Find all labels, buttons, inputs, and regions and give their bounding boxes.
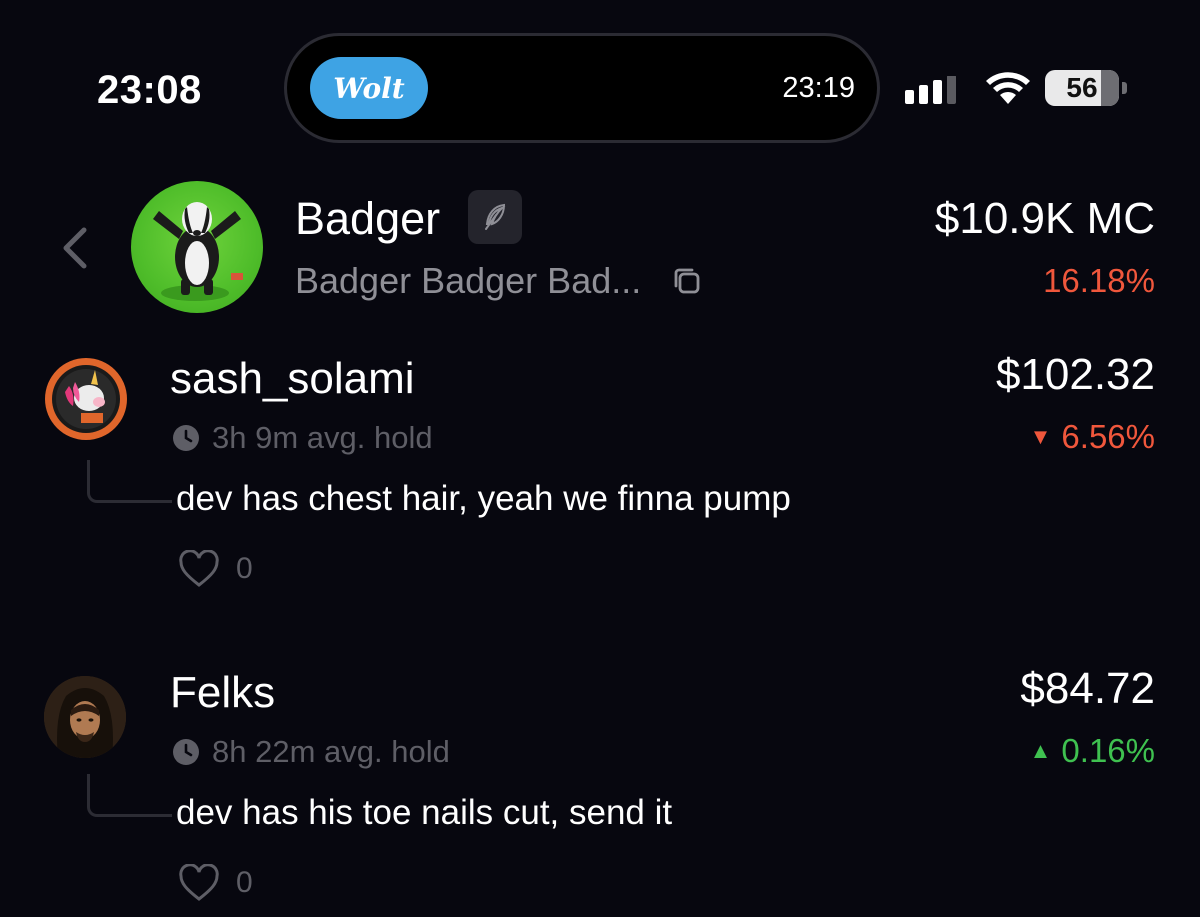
clock-icon <box>172 424 200 452</box>
holding-change-value: 6.56% <box>1061 418 1155 455</box>
avg-hold-text: 8h 22m avg. hold <box>212 734 450 769</box>
comment-text: dev has chest hair, yeah we finna pump <box>176 479 791 518</box>
down-triangle-icon: ▼ <box>1029 424 1052 449</box>
up-triangle-icon: ▲ <box>1029 738 1052 763</box>
like-button[interactable]: 0 <box>178 550 253 588</box>
thread-connector <box>87 774 172 817</box>
heart-icon <box>179 550 219 587</box>
cellular-signal-icon <box>905 76 956 104</box>
like-count: 0 <box>236 552 253 585</box>
user-avatar[interactable] <box>44 676 126 758</box>
avg-hold-row: 3h 9m avg. hold <box>172 419 433 457</box>
heart-icon <box>179 864 219 901</box>
badger-illustration <box>153 202 243 301</box>
token-full-name: Badger Badger Bad... <box>295 260 642 301</box>
holding-change-value: 0.16% <box>1061 732 1155 769</box>
unicorn-avatar-illustration <box>52 365 120 433</box>
token-name: Badger <box>295 193 441 244</box>
avg-hold-row: 8h 22m avg. hold <box>172 733 450 771</box>
back-chevron-icon[interactable] <box>60 226 90 270</box>
holding-change: ▲ 0.16% <box>1030 731 1155 771</box>
comment-text: dev has his toe nails cut, send it <box>176 793 673 832</box>
thread-connector <box>87 460 172 503</box>
comment-username[interactable]: Felks <box>170 667 275 719</box>
live-activity-eta: 23:19 <box>782 72 855 104</box>
battery-icon: 56 <box>1045 70 1119 106</box>
avg-hold-text: 3h 9m avg. hold <box>212 420 433 455</box>
battery-cap <box>1122 82 1127 94</box>
token-chat-screen: 23:08 Wolt 23:19 56 Badger Badger Badger… <box>0 0 1200 917</box>
token-change-percent: 16.18% <box>1043 262 1155 299</box>
token-market-cap: $10.9K MC <box>934 194 1155 243</box>
feather-badge[interactable] <box>468 190 522 244</box>
wifi-icon <box>986 72 1030 104</box>
battery-level: 56 <box>1066 72 1098 103</box>
copy-icon[interactable] <box>670 264 704 298</box>
like-count: 0 <box>236 866 253 899</box>
wolt-app-badge: Wolt <box>310 57 428 119</box>
holding-value: $84.72 <box>1020 664 1155 713</box>
status-bar-time: 23:08 <box>97 68 202 112</box>
token-avatar-badger[interactable] <box>131 181 263 313</box>
like-button[interactable]: 0 <box>178 864 253 902</box>
holding-change: ▼ 6.56% <box>1030 417 1155 457</box>
feather-icon <box>485 203 506 230</box>
user-avatar[interactable] <box>45 358 127 440</box>
holding-value: $102.32 <box>995 350 1155 399</box>
dynamic-island-live-activity[interactable]: Wolt 23:19 <box>287 36 877 140</box>
portrait-avatar-illustration <box>44 676 126 758</box>
clock-icon <box>172 738 200 766</box>
comment-username[interactable]: sash_solami <box>170 353 415 405</box>
